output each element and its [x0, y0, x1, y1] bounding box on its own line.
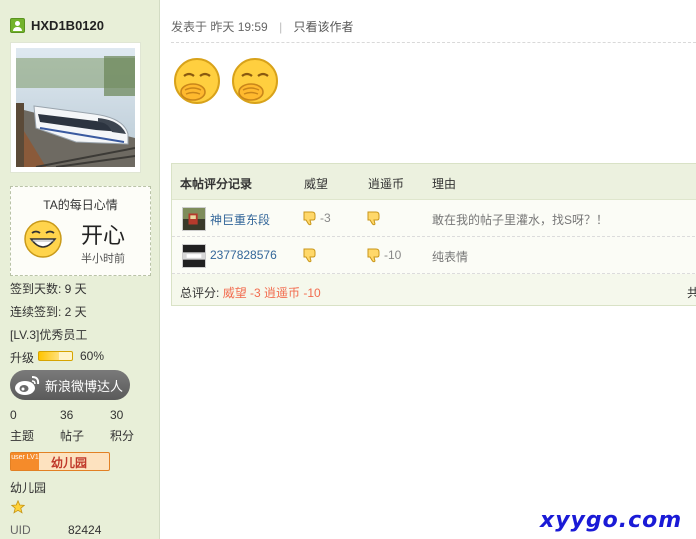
thumbs-down-icon: [303, 248, 316, 263]
rating-col-reason: 理由: [432, 177, 457, 191]
daily-mood-box: TA的每日心情 开心 半小时前: [10, 186, 151, 276]
only-author-link[interactable]: 只看该作者: [294, 20, 354, 34]
group-badge-name: 幼儿园: [51, 456, 88, 470]
upgrade-progress-bar: [38, 351, 73, 361]
rating-reason: 纯表情: [432, 250, 469, 264]
rating-title: 本帖评分记录: [180, 177, 253, 191]
thumbs-down-icon: [367, 211, 380, 226]
post-head-divider: [171, 42, 696, 43]
online-user-icon: [10, 17, 25, 33]
count-value: 30: [110, 408, 124, 422]
star-icon: [11, 500, 25, 514]
count-posts[interactable]: 36 帖子: [60, 408, 110, 444]
count-value: 36: [60, 408, 74, 422]
thumbs-down-icon: [303, 211, 316, 226]
rating-total-prestige: 威望 -3: [222, 286, 261, 300]
user-sidebar: HXD1B0120 TA的每日心情 开心 半小时前 签到天数: 9 天 连续签到…: [0, 0, 160, 539]
rating-row: 2377828576 -10 纯表情: [172, 237, 696, 274]
username-row: HXD1B0120: [10, 16, 104, 34]
rating-total-coin: 逍遥币 -10: [264, 286, 321, 300]
rating-header: 本帖评分记录 威望 逍遥币 理由: [172, 164, 696, 200]
avatar[interactable]: [16, 48, 135, 167]
username[interactable]: HXD1B0120: [31, 18, 104, 33]
thumbs-down-icon: [367, 248, 380, 263]
count-label: 主题: [10, 429, 35, 443]
rater-username[interactable]: 2377828576: [210, 248, 277, 262]
avatar-frame: [10, 42, 141, 173]
count-threads[interactable]: 0 主题: [10, 408, 60, 444]
grinning-face-icon: [24, 220, 62, 258]
post-meta: 发表于 昨天 19:59 | 只看该作者: [171, 18, 354, 35]
mood-title: TA的每日心情: [43, 198, 118, 212]
group-name: 幼儿园: [10, 481, 47, 495]
posted-prefix: 发表于: [171, 20, 208, 34]
level-title: [LV.3]优秀员工: [10, 328, 88, 342]
rater-avatar[interactable]: [182, 244, 206, 268]
mood-time: 半小时前: [81, 253, 125, 265]
rater-username[interactable]: 神巨重东段: [210, 211, 270, 228]
site-watermark: xyygo.com: [540, 508, 683, 533]
upgrade-percent: 60%: [80, 349, 105, 363]
rating-coin: -10: [384, 248, 402, 262]
snicker-emoji-icon: [174, 58, 220, 104]
rating-reason: 敢在我的帖子里灌水，找S呀？！: [432, 213, 609, 227]
rating-prestige: -3: [320, 211, 331, 225]
signin-days: 签到天数: 9 天: [10, 282, 87, 296]
uid-value[interactable]: 82424: [68, 523, 101, 537]
rating-log: 本帖评分记录 威望 逍遥币 理由 神巨重东段 -3 敢在我的帖子里灌水，找S呀？…: [171, 163, 696, 306]
weibo-badge-label: 新浪微博达人: [45, 378, 124, 394]
rater-avatar[interactable]: [182, 207, 206, 231]
user-counts: 0 主题 36 帖子 30 积分: [10, 408, 160, 444]
count-credits[interactable]: 30 积分: [110, 408, 160, 444]
rating-count-cut: 共: [687, 286, 696, 300]
count-value: 0: [10, 408, 17, 422]
rating-row: 神巨重东段 -3 敢在我的帖子里灌水，找S呀？！: [172, 200, 696, 237]
rating-total-label: 总评分:: [180, 286, 220, 300]
weibo-icon: [15, 376, 40, 395]
streak-days: 连续签到: 2 天: [10, 305, 87, 319]
meta-separator: |: [279, 20, 283, 34]
rating-col-prestige: 威望: [304, 177, 329, 191]
rating-col-coin: 逍遥币: [368, 177, 405, 191]
rating-total: 总评分: 威望 -3 逍遥币 -10: [180, 284, 321, 301]
uid-label: UID: [10, 523, 31, 537]
count-label: 积分: [110, 429, 135, 443]
upgrade-label: 升级: [10, 351, 35, 365]
count-label: 帖子: [60, 429, 85, 443]
mood-value: 开心: [81, 223, 126, 248]
weibo-badge[interactable]: 新浪微博达人: [10, 370, 130, 400]
snicker-emoji-icon: [232, 58, 278, 104]
group-level-tag: user LV1: [11, 453, 39, 470]
posted-time: 昨天 19:59: [210, 20, 268, 34]
user-group-badge: user LV1 幼儿园: [10, 452, 110, 471]
